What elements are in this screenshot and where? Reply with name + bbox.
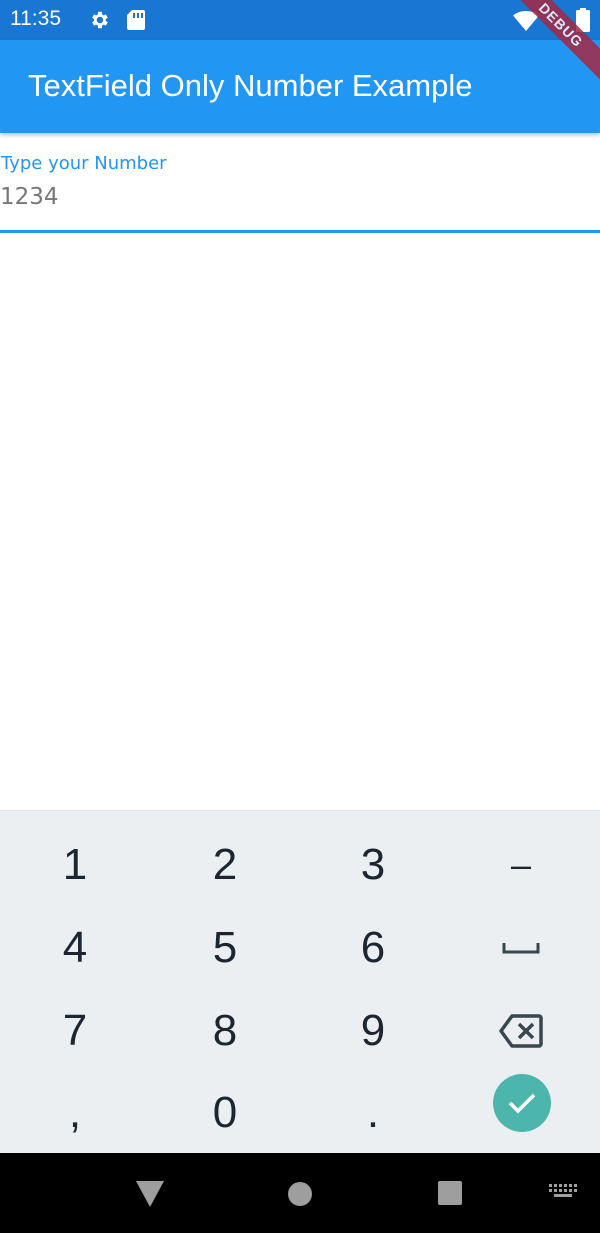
numeric-keyboard: 1 2 3 – 4 5 6 7 8 9 , 0 .: [0, 810, 600, 1153]
navigation-bar: [0, 1153, 600, 1233]
enter-key[interactable]: [493, 1074, 551, 1132]
number-input[interactable]: [0, 180, 590, 214]
key-2[interactable]: 2: [150, 824, 300, 906]
status-bar: 11:35: [0, 0, 600, 40]
page-title: TextField Only Number Example: [28, 68, 473, 103]
keyboard-switch-icon[interactable]: [549, 1184, 577, 1200]
key-4[interactable]: 4: [0, 907, 150, 989]
backspace-icon: [499, 1014, 543, 1048]
back-icon[interactable]: [136, 1181, 164, 1207]
keyboard-divider: [0, 810, 600, 811]
app-bar: TextField Only Number Example: [0, 40, 600, 133]
field-label: Type your Number: [1, 153, 167, 174]
key-minus[interactable]: –: [446, 824, 596, 906]
key-comma[interactable]: ,: [0, 1072, 150, 1154]
key-space[interactable]: [446, 907, 596, 989]
field-underline: [0, 230, 600, 233]
key-3[interactable]: 3: [298, 824, 448, 906]
recents-icon[interactable]: [438, 1181, 462, 1205]
key-backspace[interactable]: [446, 990, 596, 1072]
space-icon: [502, 943, 540, 954]
key-7[interactable]: 7: [0, 990, 150, 1072]
settings-icon: [92, 11, 108, 29]
status-time: 11:35: [10, 7, 61, 30]
key-8[interactable]: 8: [150, 990, 300, 1072]
key-9[interactable]: 9: [298, 990, 448, 1072]
key-0[interactable]: 0: [150, 1072, 300, 1154]
number-text-field[interactable]: Type your Number: [0, 142, 600, 234]
home-icon[interactable]: [288, 1182, 312, 1206]
key-1[interactable]: 1: [0, 824, 150, 906]
key-6[interactable]: 6: [298, 907, 448, 989]
sd-card-icon: [127, 10, 145, 30]
check-icon: [508, 1093, 536, 1114]
key-period[interactable]: .: [298, 1072, 448, 1154]
key-5[interactable]: 5: [150, 907, 300, 989]
